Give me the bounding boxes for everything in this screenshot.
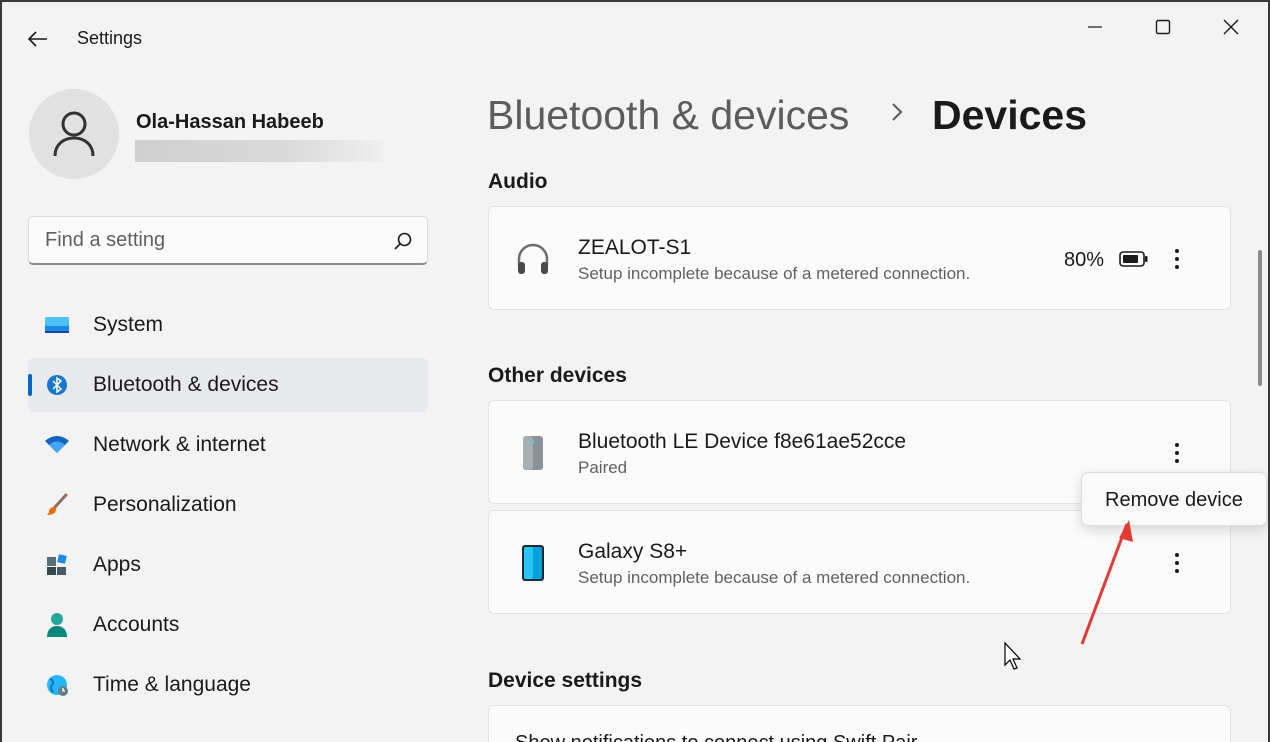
user-icon xyxy=(53,111,95,157)
settings-window: Settings Ola-Hassan Habeeb System xyxy=(2,2,1268,742)
section-title-device-settings: Device settings xyxy=(488,669,643,692)
device-status: Paired xyxy=(578,458,628,477)
minimize-icon xyxy=(1088,26,1102,28)
search-box[interactable] xyxy=(28,216,428,265)
remove-device-menu-item[interactable]: Remove device xyxy=(1105,489,1243,512)
close-button[interactable] xyxy=(1208,10,1254,44)
swift-pair-setting-row[interactable]: Show notifications to connect using Swif… xyxy=(488,705,1231,742)
brush-icon xyxy=(44,492,70,518)
device-tower-icon xyxy=(513,433,553,473)
sidebar-item-label: Personalization xyxy=(93,493,237,516)
maximize-button[interactable] xyxy=(1140,10,1186,44)
avatar[interactable] xyxy=(29,89,119,179)
setting-label: Show notifications to connect using Swif… xyxy=(515,732,917,742)
device-status: Setup incomplete because of a metered co… xyxy=(578,264,971,283)
sidebar-item-accounts[interactable]: Accounts xyxy=(28,598,428,652)
more-options-button[interactable] xyxy=(1161,437,1193,469)
monitor-icon xyxy=(44,312,70,338)
more-options-button[interactable] xyxy=(1161,243,1193,275)
sidebar-item-system[interactable]: System xyxy=(28,298,428,352)
page-title: Devices xyxy=(932,92,1088,138)
globe-icon xyxy=(44,672,70,698)
user-name: Ola-Hassan Habeeb xyxy=(136,111,324,133)
battery-percent: 80% xyxy=(1064,249,1105,271)
close-icon xyxy=(1223,19,1239,35)
sidebar-item-personalization[interactable]: Personalization xyxy=(28,478,428,532)
headphones-icon xyxy=(513,239,553,279)
sidebar-item-apps[interactable]: Apps xyxy=(28,538,428,592)
mouse-cursor-icon xyxy=(1004,642,1022,670)
search-icon[interactable] xyxy=(393,231,413,251)
device-status: Setup incomplete because of a metered co… xyxy=(578,568,971,587)
device-name: Bluetooth LE Device f8e61ae52cce xyxy=(578,430,907,453)
sidebar-item-network[interactable]: Network & internet xyxy=(28,418,428,472)
person-icon xyxy=(44,612,70,638)
apps-icon xyxy=(44,552,70,578)
section-title-audio: Audio xyxy=(488,170,548,193)
battery-icon xyxy=(1119,251,1148,267)
sidebar-item-label: Time & language xyxy=(93,673,251,696)
section-title-other-devices: Other devices xyxy=(488,364,627,387)
device-card-zealot[interactable]: ZEALOT-S1 Setup incomplete because of a … xyxy=(488,206,1231,310)
back-arrow-icon xyxy=(28,31,47,47)
minimize-button[interactable] xyxy=(1072,10,1118,44)
device-name: Galaxy S8+ xyxy=(578,540,688,563)
sidebar-item-bluetooth-devices[interactable]: Bluetooth & devices xyxy=(28,358,428,412)
device-name: ZEALOT-S1 xyxy=(578,236,692,259)
active-indicator xyxy=(28,374,32,396)
bluetooth-icon xyxy=(44,372,70,398)
sidebar-item-label: Accounts xyxy=(93,613,180,636)
scrollbar-thumb[interactable] xyxy=(1258,250,1262,386)
more-options-button[interactable] xyxy=(1161,547,1193,579)
sidebar-item-label: System xyxy=(93,313,164,336)
sidebar-item-label: Network & internet xyxy=(93,433,266,456)
wifi-icon xyxy=(44,432,70,458)
phone-icon xyxy=(513,543,553,583)
user-email-redacted xyxy=(135,140,385,162)
sidebar-item-time-language[interactable]: Time & language xyxy=(28,658,428,712)
breadcrumb-parent[interactable]: Bluetooth & devices xyxy=(487,92,849,139)
chevron-right-icon xyxy=(892,103,903,121)
title-bar: Settings xyxy=(2,2,1268,58)
sidebar-item-label: Apps xyxy=(93,553,141,576)
app-title: Settings xyxy=(77,28,143,48)
maximize-icon xyxy=(1155,19,1171,35)
sidebar-item-label: Bluetooth & devices xyxy=(93,373,279,396)
back-button[interactable] xyxy=(20,24,56,54)
search-input[interactable] xyxy=(45,229,375,252)
annotation-arrow xyxy=(1080,520,1133,645)
